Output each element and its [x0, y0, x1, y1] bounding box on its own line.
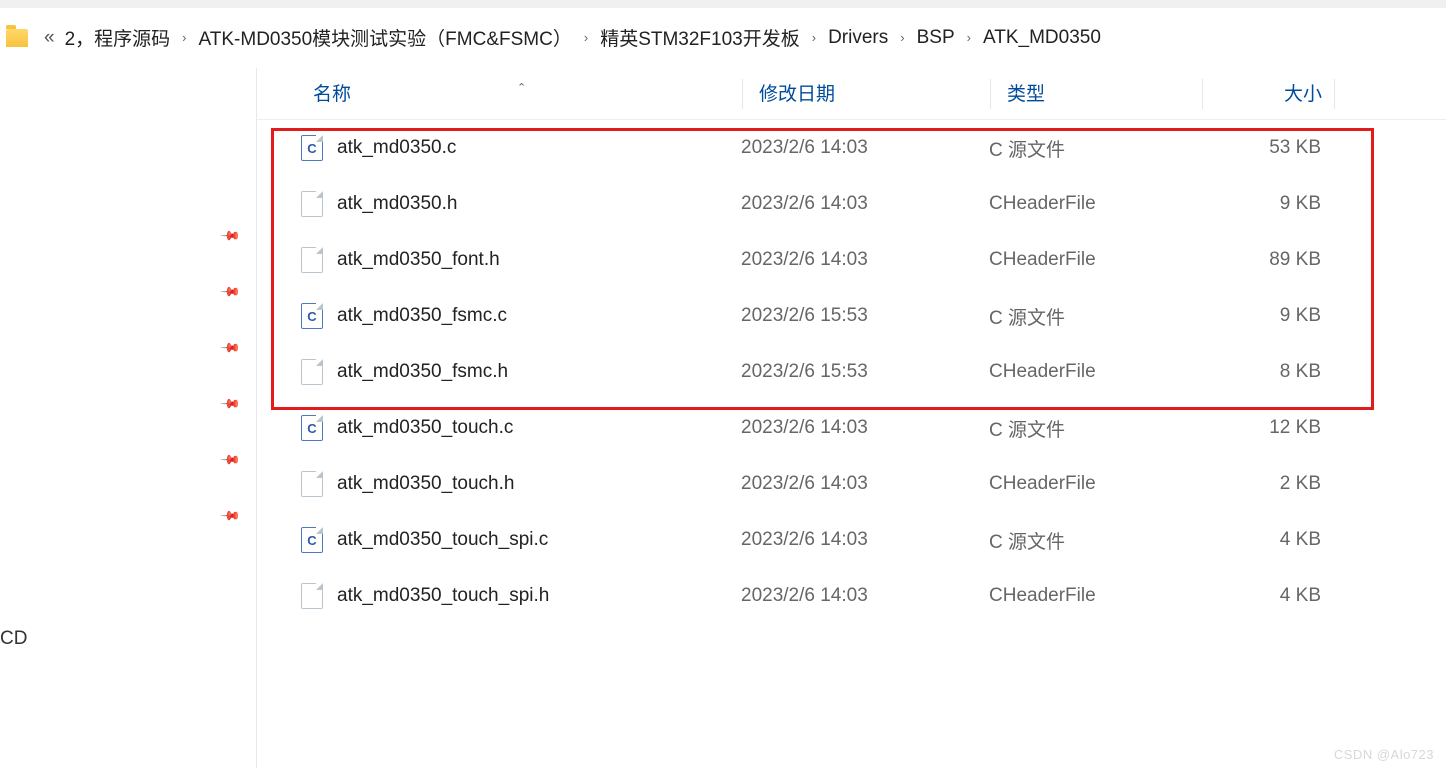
file-date: 2023/2/6 14:03 [741, 193, 989, 215]
file-date: 2023/2/6 15:53 [741, 361, 989, 383]
file-row[interactable]: atk_md0350_font.h2023/2/6 14:03CHeaderFi… [257, 232, 1446, 288]
file-date: 2023/2/6 14:03 [741, 585, 989, 607]
c-file-icon [301, 303, 323, 329]
pin-icon: 📌 [219, 337, 242, 360]
pin-icon: 📌 [219, 393, 242, 416]
file-row[interactable]: atk_md0350_touch.c2023/2/6 14:03C 源文件12 … [257, 400, 1446, 456]
file-type: CHeaderFile [989, 585, 1201, 607]
file-name: atk_md0350_fsmc.h [337, 361, 741, 383]
file-row[interactable]: atk_md0350.h2023/2/6 14:03CHeaderFile9 K… [257, 176, 1446, 232]
file-size: 89 KB [1201, 249, 1333, 271]
nav-item-label[interactable]: CD [0, 628, 27, 650]
file-type: CHeaderFile [989, 361, 1201, 383]
h-file-icon [301, 359, 323, 385]
file-type: C 源文件 [989, 303, 1201, 330]
file-size: 53 KB [1201, 137, 1333, 159]
file-row[interactable]: atk_md0350_touch_spi.c2023/2/6 14:03C 源文… [257, 512, 1446, 568]
file-name: atk_md0350_touch_spi.c [337, 529, 741, 551]
file-row[interactable]: atk_md0350_fsmc.c2023/2/6 15:53C 源文件9 KB [257, 288, 1446, 344]
column-header-date[interactable]: 修改日期 [743, 79, 991, 109]
h-file-icon [301, 191, 323, 217]
breadcrumb-overflow-icon[interactable]: « [40, 27, 59, 49]
watermark: CSDN @Alo723 [1334, 747, 1434, 762]
file-name: atk_md0350_fsmc.c [337, 305, 741, 327]
file-list-pane: 名称 ⌃ 修改日期 类型 大小 atk_md0350.c2023/2/6 14:… [257, 68, 1446, 768]
breadcrumb-item[interactable]: Drivers [828, 27, 888, 49]
file-type: CHeaderFile [989, 193, 1201, 215]
file-name: atk_md0350_touch.h [337, 473, 741, 495]
file-type: C 源文件 [989, 135, 1201, 162]
folder-icon [6, 29, 28, 47]
file-row[interactable]: atk_md0350_touch_spi.h2023/2/6 14:03CHea… [257, 568, 1446, 624]
file-date: 2023/2/6 15:53 [741, 305, 989, 327]
file-row[interactable]: atk_md0350_touch.h2023/2/6 14:03CHeaderF… [257, 456, 1446, 512]
file-row[interactable]: atk_md0350.c2023/2/6 14:03C 源文件53 KB [257, 120, 1446, 176]
breadcrumb-item[interactable]: ATK_MD0350 [983, 27, 1101, 49]
column-header-name[interactable]: 名称 ⌃ [257, 79, 743, 109]
chevron-right-icon: › [578, 30, 594, 45]
file-name: atk_md0350.c [337, 137, 741, 159]
chevron-right-icon: › [176, 30, 192, 45]
chevron-right-icon: › [894, 30, 910, 45]
c-file-icon [301, 135, 323, 161]
file-name: atk_md0350_touch.c [337, 417, 741, 439]
file-type: C 源文件 [989, 415, 1201, 442]
breadcrumb-item[interactable]: ATK-MD0350模块测试实验（FMC&FSMC） [199, 24, 572, 51]
file-date: 2023/2/6 14:03 [741, 137, 989, 159]
file-size: 8 KB [1201, 361, 1333, 383]
file-size: 2 KB [1201, 473, 1333, 495]
file-type: CHeaderFile [989, 473, 1201, 495]
file-row[interactable]: atk_md0350_fsmc.h2023/2/6 15:53CHeaderFi… [257, 344, 1446, 400]
column-header-type[interactable]: 类型 [991, 79, 1203, 109]
pin-icon: 📌 [219, 225, 242, 248]
file-size: 9 KB [1201, 305, 1333, 327]
column-headers[interactable]: 名称 ⌃ 修改日期 类型 大小 [257, 68, 1446, 120]
chevron-right-icon: › [961, 30, 977, 45]
file-size: 4 KB [1201, 585, 1333, 607]
chevron-right-icon: › [806, 30, 822, 45]
file-rows: atk_md0350.c2023/2/6 14:03C 源文件53 KBatk_… [257, 120, 1446, 624]
file-size: 4 KB [1201, 529, 1333, 551]
breadcrumb-item[interactable]: 精英STM32F103开发板 [600, 24, 800, 51]
pin-icon: 📌 [219, 449, 242, 472]
file-type: C 源文件 [989, 527, 1201, 554]
window-toolbar [0, 0, 1446, 8]
nav-pane[interactable]: 📌 📌 📌 📌 📌 📌 CD [0, 68, 257, 768]
pin-icon: 📌 [219, 505, 242, 528]
file-name: atk_md0350_font.h [337, 249, 741, 271]
file-date: 2023/2/6 14:03 [741, 473, 989, 495]
breadcrumb-item[interactable]: 2，程序源码 [65, 24, 171, 51]
h-file-icon [301, 247, 323, 273]
file-size: 12 KB [1201, 417, 1333, 439]
column-header-size[interactable]: 大小 [1203, 79, 1335, 109]
file-date: 2023/2/6 14:03 [741, 249, 989, 271]
sort-asc-icon: ⌃ [517, 81, 526, 94]
file-date: 2023/2/6 14:03 [741, 529, 989, 551]
column-header-label: 名称 [313, 84, 351, 105]
file-date: 2023/2/6 14:03 [741, 417, 989, 439]
file-size: 9 KB [1201, 193, 1333, 215]
c-file-icon [301, 415, 323, 441]
h-file-icon [301, 471, 323, 497]
breadcrumb-item[interactable]: BSP [917, 27, 955, 49]
file-name: atk_md0350.h [337, 193, 741, 215]
file-name: atk_md0350_touch_spi.h [337, 585, 741, 607]
file-type: CHeaderFile [989, 249, 1201, 271]
h-file-icon [301, 583, 323, 609]
c-file-icon [301, 527, 323, 553]
breadcrumb[interactable]: « 2，程序源码 › ATK-MD0350模块测试实验（FMC&FSMC） › … [0, 8, 1446, 68]
pin-icon: 📌 [219, 281, 242, 304]
